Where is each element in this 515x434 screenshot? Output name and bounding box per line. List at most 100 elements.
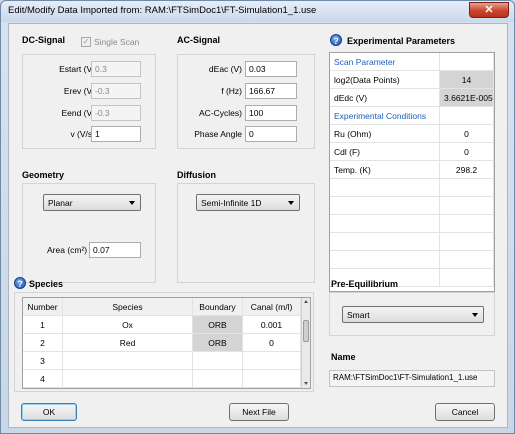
log2-data-points-value[interactable]: 14 — [440, 71, 494, 89]
chevron-down-icon — [129, 201, 135, 205]
species-help-icon[interactable]: ? — [14, 277, 26, 289]
single-scan-label: Single Scan — [94, 37, 140, 47]
diffusion-selected-value: Semi-Infinite 1D — [201, 198, 262, 208]
grid-empty-cell — [330, 179, 440, 197]
pre-equilibrium-panel: Smart — [329, 292, 495, 336]
geometry-selected-value: Planar — [48, 198, 73, 208]
ok-button[interactable]: OK — [21, 403, 77, 421]
species-header-canal: Canal (m/l) — [243, 298, 301, 316]
eend-field[interactable]: -0.3 — [91, 105, 141, 121]
eend-label: Eend (V) — [61, 108, 95, 118]
experimental-help-icon[interactable]: ? — [330, 34, 342, 46]
estart-field[interactable]: 0.3 — [91, 61, 141, 77]
dialog-client-area: DC-Signal ✓ Single Scan Estart (V) 0.3 E… — [8, 23, 508, 428]
species-header-boundary: Boundary — [193, 298, 243, 316]
geometry-panel: Planar Area (cm²) 0.07 — [22, 183, 156, 283]
species-grid: Number Species Boundary Canal (m/l) 1 Ox… — [22, 297, 311, 389]
diffusion-title: Diffusion — [177, 170, 216, 180]
ru-label: Ru (Ohm) — [330, 125, 440, 143]
window-title: Edit/Modify Data Imported from: RAM:\FTS… — [8, 5, 317, 16]
dialog-window: Edit/Modify Data Imported from: RAM:\FTS… — [0, 0, 515, 434]
ac-signal-panel: dEac (V) 0.03 f (Hz) 166.67 AC-Cycles) 1… — [177, 54, 315, 149]
experimental-parameters-grid: Scan Parameter log2(Data Points) 14 dEdc… — [329, 52, 495, 292]
grid-cell — [440, 53, 494, 71]
diffusion-select[interactable]: Semi-Infinite 1D — [196, 194, 300, 211]
single-scan-checkbox[interactable]: ✓ — [81, 37, 91, 47]
scroll-thumb[interactable] — [303, 320, 309, 342]
ru-value[interactable]: 0 — [440, 125, 494, 143]
ac-cycles-field[interactable]: 100 — [245, 105, 297, 121]
pre-equilibrium-selected-value: Smart — [347, 310, 370, 320]
grid-empty-cell — [440, 251, 494, 269]
species-row-name[interactable] — [63, 352, 193, 370]
grid-cell — [440, 107, 494, 125]
grid-empty-cell — [440, 179, 494, 197]
cdl-value[interactable]: 0 — [440, 143, 494, 161]
species-row-number: 3 — [23, 352, 63, 370]
grid-empty-cell — [330, 233, 440, 251]
cancel-button[interactable]: Cancel — [435, 403, 495, 421]
species-panel: Number Species Boundary Canal (m/l) 1 Ox… — [14, 292, 314, 392]
deac-field[interactable]: 0.03 — [245, 61, 297, 77]
species-row-name[interactable]: Red — [63, 334, 193, 352]
cdl-label: Cdl (F) — [330, 143, 440, 161]
dedc-label: dEdc (V) — [330, 89, 440, 107]
experimental-conditions-section: Experimental Conditions — [330, 107, 440, 125]
file-name-field[interactable]: RAM:\FTSimDoc1\FT-Simulation1_1.use — [329, 370, 495, 387]
diffusion-panel: Semi-Infinite 1D — [177, 183, 315, 283]
next-file-button[interactable]: Next File — [229, 403, 289, 421]
chevron-down-icon — [288, 201, 294, 205]
name-title: Name — [331, 352, 356, 362]
grid-empty-cell — [440, 269, 494, 287]
grid-empty-cell — [330, 197, 440, 215]
species-row-name[interactable]: Ox — [63, 316, 193, 334]
species-title: Species — [29, 279, 64, 289]
log2-data-points-label: log2(Data Points) — [330, 71, 440, 89]
frequency-field[interactable]: 166.67 — [245, 83, 297, 99]
species-header-number: Number — [23, 298, 63, 316]
geometry-select[interactable]: Planar — [43, 194, 141, 211]
species-scrollbar[interactable] — [301, 298, 310, 388]
species-row-canal[interactable] — [243, 352, 301, 370]
chevron-down-icon — [472, 313, 478, 317]
frequency-label: f (Hz) — [221, 86, 242, 96]
geometry-title: Geometry — [22, 170, 65, 180]
scroll-down-icon[interactable] — [304, 382, 308, 385]
species-row-boundary[interactable] — [193, 370, 243, 388]
grid-empty-cell — [440, 197, 494, 215]
dc-signal-title: DC-Signal — [22, 35, 66, 45]
erev-field[interactable]: -0.3 — [91, 83, 141, 99]
ac-cycles-label: AC-Cycles) — [199, 108, 242, 118]
pre-equilibrium-select[interactable]: Smart — [342, 306, 484, 323]
grid-empty-cell — [440, 233, 494, 251]
area-field[interactable]: 0.07 — [89, 242, 141, 258]
dedc-value[interactable]: 3.6621E-005 — [440, 89, 494, 107]
species-row-boundary[interactable] — [193, 352, 243, 370]
phase-angle-label: Phase Angle — [194, 129, 242, 139]
species-row-number: 2 — [23, 334, 63, 352]
dc-signal-panel: Estart (V) 0.3 Erev (V) -0.3 Eend (V) -0… — [22, 54, 156, 149]
grid-empty-cell — [330, 251, 440, 269]
deac-label: dEac (V) — [208, 64, 242, 74]
title-bar[interactable]: Edit/Modify Data Imported from: RAM:\FTS… — [1, 1, 514, 22]
species-header-species: Species — [63, 298, 193, 316]
close-button[interactable]: ✕ — [469, 2, 509, 18]
species-row-number: 4 — [23, 370, 63, 388]
species-row-boundary[interactable]: ORB — [193, 334, 243, 352]
scan-parameter-section: Scan Parameter — [330, 53, 440, 71]
grid-empty-cell — [440, 215, 494, 233]
temperature-value[interactable]: 298.2 — [440, 161, 494, 179]
phase-angle-field[interactable]: 0 — [245, 126, 297, 142]
scan-rate-field[interactable]: 1 — [91, 126, 141, 142]
species-row-canal[interactable]: 0 — [243, 334, 301, 352]
ac-signal-title: AC-Signal — [177, 35, 221, 45]
species-row-name[interactable] — [63, 370, 193, 388]
species-row-canal[interactable]: 0.001 — [243, 316, 301, 334]
species-row-canal[interactable] — [243, 370, 301, 388]
scroll-up-icon[interactable] — [304, 300, 308, 303]
estart-label: Estart (V) — [59, 64, 95, 74]
species-row-boundary[interactable]: ORB — [193, 316, 243, 334]
pre-equilibrium-title: Pre-Equilibrium — [331, 279, 399, 289]
area-label: Area (cm²) — [47, 245, 88, 255]
temperature-label: Temp. (K) — [330, 161, 440, 179]
